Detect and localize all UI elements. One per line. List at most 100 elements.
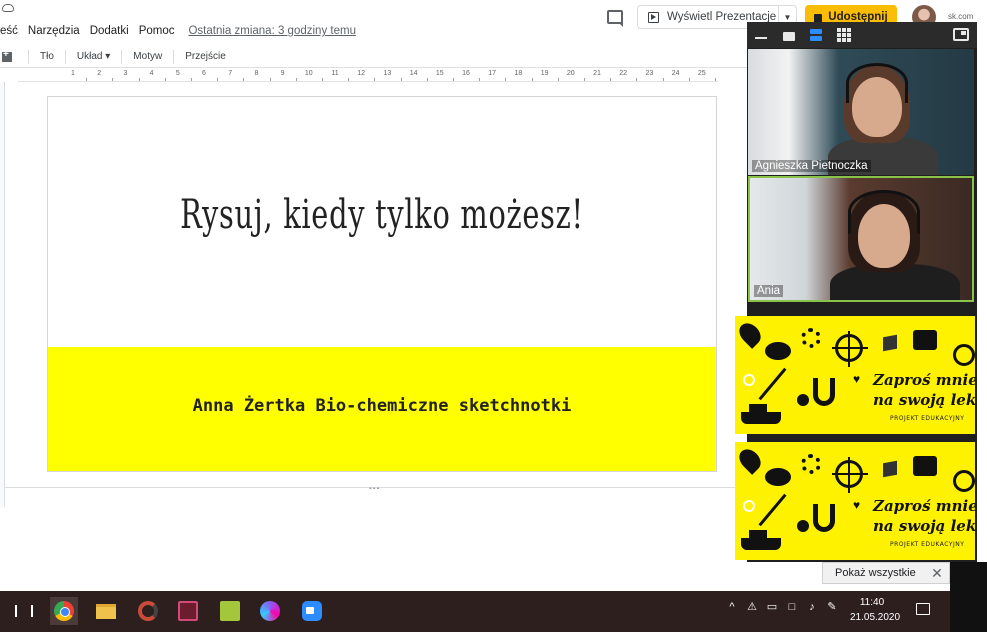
ruler-tick xyxy=(164,78,166,81)
ruler-label: 8 xyxy=(254,70,259,77)
battery-icon[interactable]: ▭ xyxy=(766,601,778,613)
ring-icon xyxy=(743,500,755,512)
app-icon[interactable] xyxy=(174,597,202,625)
menu-item-addons[interactable]: Dodatki xyxy=(90,25,129,37)
ruler-tick xyxy=(269,78,271,81)
participant-video-tile[interactable]: Agnieszka Pietnoczka xyxy=(748,49,974,175)
fork-icon xyxy=(758,493,787,527)
volume-icon[interactable]: ♪ xyxy=(806,601,818,613)
ruler-tick xyxy=(479,78,481,81)
file-explorer-icon[interactable] xyxy=(92,597,120,625)
last-edit-link[interactable]: Ostatnia zmiana: 3 godziny temu xyxy=(188,25,355,37)
slides-toolbar: Tło Układ ▾ Motyw Przejście xyxy=(0,46,750,68)
heart-icon: ♥ xyxy=(853,372,861,386)
ruler-tick xyxy=(505,78,507,81)
zoom-icon[interactable] xyxy=(298,597,326,625)
cloud-saved-icon xyxy=(2,4,14,12)
network-warning-icon[interactable]: ⚠ xyxy=(746,601,758,613)
background-button[interactable]: Tło xyxy=(37,51,57,62)
slide-title[interactable]: Rysuj, kiedy tylko możesz! xyxy=(142,192,623,238)
ruler-tick xyxy=(374,78,376,81)
speaker-view-icon[interactable] xyxy=(783,32,795,41)
display-icon[interactable]: □ xyxy=(786,601,798,613)
menu-item-tools[interactable]: Narzędzia xyxy=(28,25,80,37)
pen-icon[interactable]: ✎ xyxy=(826,601,838,613)
ruler-label: 13 xyxy=(383,70,392,77)
pipe-icon xyxy=(813,378,835,406)
promo-line-1: Zaproś mnie xyxy=(873,371,975,389)
ruler-tick xyxy=(86,78,88,81)
menu-item-help[interactable]: Pomoc xyxy=(139,25,175,37)
ship-wheel-icon xyxy=(832,457,868,493)
promo-graphic-tile[interactable]: ♥ Zaproś mnie na swoją lekcję PROJEKT ED… xyxy=(735,316,975,434)
ruler-tick xyxy=(636,78,638,81)
ship-icon xyxy=(741,530,781,550)
comment-history-icon[interactable] xyxy=(607,10,623,27)
exit-fullscreen-icon[interactable] xyxy=(953,28,969,41)
chrome-icon[interactable] xyxy=(50,597,78,625)
participant-name: Ania xyxy=(754,285,784,297)
minimize-icon[interactable] xyxy=(755,37,767,39)
theme-button[interactable]: Motyw xyxy=(130,51,165,62)
app-icon[interactable] xyxy=(256,597,284,625)
pocket-watch-icon xyxy=(953,344,975,366)
chevron-up-icon[interactable]: ^ xyxy=(726,601,738,613)
chevron-down-icon: ▾ xyxy=(105,51,111,62)
promo-graphic-tile[interactable]: ♥ Zaproś mnie na swoją lekcję PROJEKT ED… xyxy=(735,442,975,560)
ruler-tick xyxy=(583,78,585,81)
present-icon xyxy=(648,11,659,23)
ruler-tick xyxy=(348,78,350,81)
ship-icon xyxy=(741,404,781,424)
layout-button[interactable]: Układ ▾ xyxy=(74,51,113,62)
ruler-label: 6 xyxy=(202,70,206,77)
screen-edge xyxy=(950,562,987,632)
promo-line-2: na swoją lekcję xyxy=(873,517,975,535)
ruler-tick xyxy=(714,78,716,81)
ruler-label: 11 xyxy=(331,70,339,77)
ruler-label: 17 xyxy=(488,70,497,77)
pocket-watch-icon xyxy=(953,470,975,492)
fork-icon xyxy=(758,367,787,401)
task-view-icon[interactable] xyxy=(10,597,38,625)
app-icon[interactable] xyxy=(216,597,244,625)
speaker-notes-area[interactable] xyxy=(5,489,748,589)
ruler-label: 23 xyxy=(645,70,654,77)
notifications-icon[interactable] xyxy=(916,603,930,615)
close-icon[interactable]: ✕ xyxy=(926,562,948,584)
url-fragment: sk.com xyxy=(948,12,974,21)
menu-item-file[interactable]: eść xyxy=(0,25,18,37)
ring-icon xyxy=(743,374,755,386)
active-speaker-tile[interactable]: Ania xyxy=(748,176,974,302)
clock-date: 21.05.2020 xyxy=(850,612,901,623)
speech-bubble-icon xyxy=(765,468,791,486)
heart-icon: ♥ xyxy=(853,498,861,512)
puzzle-icon xyxy=(913,330,937,350)
gear-icon xyxy=(801,328,821,348)
horizontal-ruler[interactable]: 1 2 3 4 5 6 7 8 9 10 11 12 13 14 15 16 17 18 19 20 21 22 23 24 2… xyxy=(18,70,718,82)
ruler-tick xyxy=(295,78,297,81)
ruler-label: 4 xyxy=(149,70,154,77)
ruler-tick xyxy=(531,78,533,81)
slide[interactable]: Rysuj, kiedy tylko możesz! Anna Żertka B… xyxy=(47,96,717,472)
ruler-tick xyxy=(400,78,402,81)
promo-line-2: na swoją lekcję xyxy=(873,391,975,409)
ruler-tick xyxy=(138,78,140,81)
ruler-tick xyxy=(217,78,219,81)
add-comment-icon[interactable] xyxy=(2,49,12,62)
app-icon[interactable] xyxy=(134,597,162,625)
strip-view-icon[interactable] xyxy=(810,28,822,42)
transition-button[interactable]: Przejście xyxy=(182,51,229,62)
cube-icon xyxy=(883,334,897,352)
taskbar-clock[interactable]: 11:40 21.05.2020 xyxy=(850,595,901,625)
ruler-tick xyxy=(426,78,428,81)
gallery-view-icon[interactable] xyxy=(837,28,851,42)
ruler-label: 7 xyxy=(228,70,233,77)
clock-time: 11:40 xyxy=(859,597,885,608)
ship-wheel-icon xyxy=(832,331,868,367)
toolbar-divider xyxy=(64,49,66,64)
pawn-icon xyxy=(797,394,809,406)
puzzle-icon xyxy=(913,456,937,476)
slide-subtitle[interactable]: Anna Żertka Bio-chemiczne sketchnotki xyxy=(48,396,716,416)
ruler-label: 3 xyxy=(123,70,128,77)
ruler-label: 9 xyxy=(280,70,285,77)
